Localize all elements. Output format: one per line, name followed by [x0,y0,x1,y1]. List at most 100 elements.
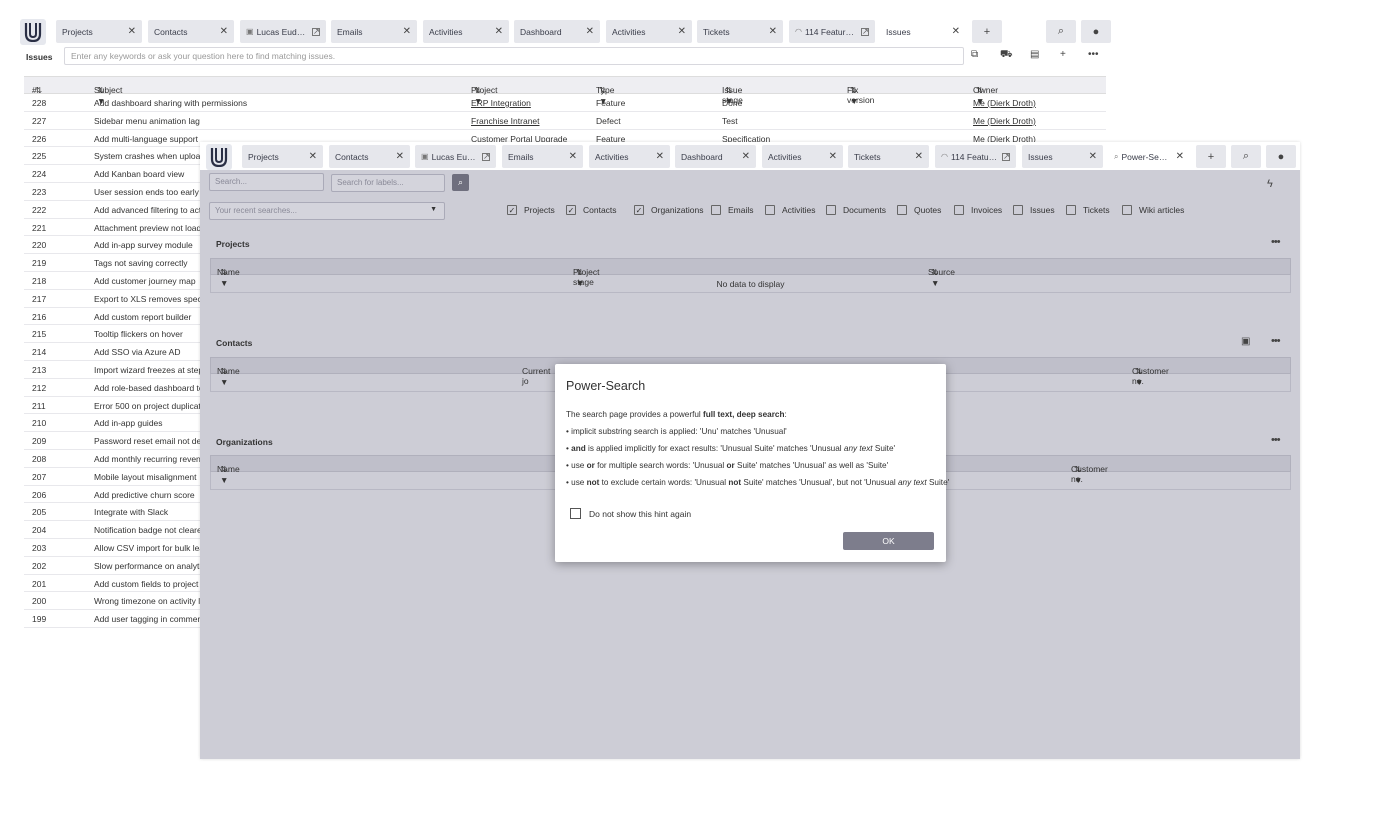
tab-activities-2[interactable]: Activities ✕ [762,145,843,168]
sort-icon[interactable]: ⇅ ▼ [931,267,939,288]
filter-checkbox-wiki-articles[interactable]: Wiki articles [1122,205,1184,215]
global-search-button[interactable]: ⌕ [1231,145,1261,168]
close-icon[interactable]: ✕ [309,151,317,162]
popout-icon[interactable]: ↗ [1002,152,1010,161]
popout-icon[interactable]: ↗ [861,27,869,36]
filter-checkbox-tickets[interactable]: Tickets [1066,205,1110,215]
checkbox-box[interactable] [711,205,721,215]
filter-checkbox-projects[interactable]: ✓ Projects [507,205,555,215]
tab-issues[interactable]: Issues ✕ [880,20,966,43]
labels-search-input[interactable]: Search for labels... [331,174,445,192]
close-icon[interactable]: ✕ [569,151,577,162]
filter-checkbox-quotes[interactable]: Quotes [897,205,941,215]
tab-issues[interactable]: Issues ✕ [1022,145,1103,168]
more-icon[interactable]: ••• [1271,236,1281,248]
tab-lucas[interactable]: ▣Lucas Eudor...↗ [415,145,496,168]
sort-icon[interactable]: ⇅ ▼ [576,267,584,288]
cell-owner[interactable]: Me (Dierk Droth) [973,116,1036,126]
tab-activities[interactable]: Activities ✕ [589,145,670,168]
close-icon[interactable]: ✕ [829,151,837,162]
filter-checkbox-documents[interactable]: Documents [826,205,886,215]
tab-tickets[interactable]: Tickets ✕ [848,145,929,168]
filter-checkbox-contacts[interactable]: ✓ Contacts [566,205,617,215]
tab-contacts[interactable]: Contacts ✕ [329,145,410,168]
user-menu-button[interactable]: ● [1266,145,1296,168]
user-menu-button[interactable]: ● [1081,20,1111,43]
close-icon[interactable]: ✕ [128,26,136,37]
checkbox-box[interactable] [1013,205,1023,215]
tab-power-search[interactable]: ⌕ Power-Search ✕ [1108,145,1190,168]
global-search-button[interactable]: ⌕ [1046,20,1076,43]
checkbox-box[interactable] [1122,205,1132,215]
recent-searches-select[interactable]: Your recent searches... ▼ [209,202,445,220]
contact-card-icon[interactable]: ▣ [1241,336,1250,347]
cell-project[interactable]: Franchise Intranet [471,116,540,126]
checkbox-box[interactable] [954,205,964,215]
more-icon[interactable]: ••• [1271,335,1281,347]
checkmark-icon[interactable]: ✓ [566,205,576,215]
tab-dashboard[interactable]: Dashboard ✕ [514,20,600,43]
close-icon[interactable]: ✕ [915,151,923,162]
more-icon[interactable]: ••• [1271,434,1281,446]
table-row[interactable]: 228 Add dashboard sharing with permission… [24,94,1106,112]
ok-button[interactable]: OK [843,532,934,550]
add-icon[interactable]: + [1060,49,1066,60]
checkbox-box[interactable] [826,205,836,215]
checkbox-box[interactable] [897,205,907,215]
checkbox-box[interactable] [1066,205,1076,215]
popout-icon[interactable]: ↗ [312,27,320,36]
close-icon[interactable]: ✕ [952,26,960,37]
lightning-icon[interactable]: ϟ [1267,178,1273,190]
tab-projects[interactable]: Projects ✕ [242,145,323,168]
close-icon[interactable]: ✕ [220,26,228,37]
filter-checkbox-invoices[interactable]: Invoices [954,205,1002,215]
tab-feature[interactable]: ◠ 114 Feature r... ↗ [789,20,875,43]
close-icon[interactable]: ✕ [769,26,777,37]
sort-icon[interactable]: ⇅ ▼ [1135,366,1143,387]
more-icon[interactable]: ••• [1088,49,1099,60]
do-not-show-checkbox[interactable]: Do not show this hint again [570,508,691,519]
close-icon[interactable]: ✕ [495,26,503,37]
tab-feature[interactable]: ◠114 Feature ...↗ [935,145,1016,168]
keyword-search-input[interactable]: Enter any keywords or ask your question … [64,47,964,65]
sort-icon[interactable]: ⇅ ▼ [220,366,228,387]
close-icon[interactable]: ✕ [742,151,750,162]
app-logo[interactable] [20,19,46,45]
tab-activities[interactable]: Activities ✕ [423,20,509,43]
close-icon[interactable]: ✕ [396,151,404,162]
sort-icon[interactable]: ⇅ ▼ [220,267,228,288]
close-icon[interactable]: ✕ [403,26,411,37]
sort-icon[interactable]: ⇅ ▼ [1074,464,1082,485]
tab-contacts[interactable]: Contacts ✕ [148,20,234,43]
tab-tickets[interactable]: Tickets ✕ [697,20,783,43]
table-row[interactable]: 227 Sidebar menu animation lag Franchise I… [24,112,1106,130]
filter-checkbox-emails[interactable]: Emails [711,205,754,215]
tab-emails[interactable]: Emails ✕ [502,145,583,168]
copy-icon[interactable]: ⧉ [971,49,978,60]
cell-owner[interactable]: Me (Dierk Droth) [973,98,1036,108]
checkbox-box[interactable] [570,508,581,519]
tab-emails[interactable]: Emails ✕ [331,20,417,43]
filter-checkbox-activities[interactable]: Activities [765,205,816,215]
close-icon[interactable]: ✕ [656,151,664,162]
tab-lucas[interactable]: ▣Lucas Eudora...↗ [240,20,326,43]
tab-activities-2[interactable]: Activities ✕ [606,20,692,43]
tab-projects[interactable]: Projects ✕ [56,20,142,43]
search-input[interactable]: Search... [209,173,324,191]
close-icon[interactable]: ✕ [586,26,594,37]
cell-project[interactable]: ERP Integration [471,98,531,108]
close-icon[interactable]: ✕ [678,26,686,37]
close-icon[interactable]: ✕ [1176,151,1184,162]
tab-dashboard[interactable]: Dashboard ✕ [675,145,756,168]
filter-checkbox-organizations[interactable]: ✓ Organizations [634,205,703,215]
sort-icon[interactable]: ⇅ ▼ [220,464,228,485]
checkmark-icon[interactable]: ✓ [634,205,644,215]
layout-icon[interactable]: ▤ [1030,49,1039,60]
close-icon[interactable]: ✕ [1089,151,1097,162]
popout-icon[interactable]: ↗ [482,152,490,161]
add-tab-button[interactable]: + [972,20,1002,43]
truck-icon[interactable]: ⛟ [1000,49,1013,62]
add-tab-button[interactable]: + [1196,145,1226,168]
search-button[interactable]: ⌕ [452,174,469,191]
app-logo[interactable] [206,144,232,170]
